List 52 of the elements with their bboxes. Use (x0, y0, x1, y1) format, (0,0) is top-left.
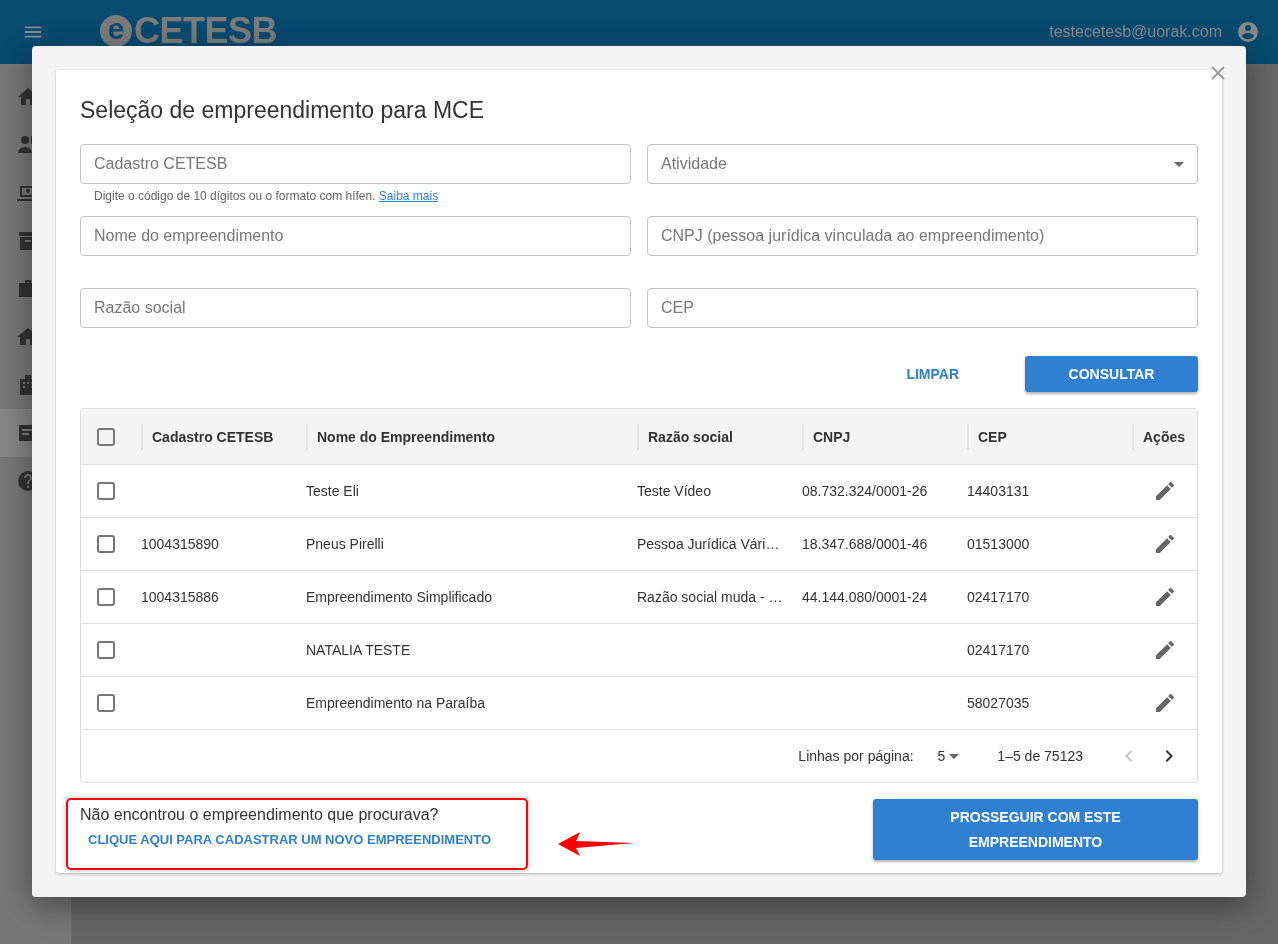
table-cell: 02417170 (967, 589, 1030, 605)
table-cell: 14403131 (967, 483, 1030, 499)
checkbox[interactable] (97, 641, 115, 659)
column-header: CNPJ (802, 423, 957, 450)
table-cell: 18.347.688/0001-46 (802, 536, 928, 552)
table-cell: Empreendimento Simplificado (306, 589, 492, 605)
input-field[interactable]: Cadastro CETESB (80, 144, 631, 184)
checkbox[interactable] (97, 694, 115, 712)
column-header: Ações (1132, 423, 1197, 450)
table-cell: 08.732.324/0001-26 (802, 483, 928, 499)
search-button[interactable]: CONSULTAR (1025, 356, 1198, 392)
table-cell: Pneus Pirelli (306, 536, 384, 552)
table-cell: Empreendimento na Paraíba (306, 695, 485, 711)
table-cell: 02417170 (967, 642, 1030, 658)
dialog-title: Seleção de empreendimento para MCE (80, 96, 485, 124)
page-range: 1–5 de 75123 (997, 748, 1083, 764)
hint-text: Digite o código de 10 dígitos ou o formato com hífen. Saiba mais (94, 189, 440, 203)
register-link[interactable]: CLIQUE AQUI PARA CADASTRAR UM NOVO EMPREENDIMENTO (68, 826, 511, 853)
question-text: Não encontrou o empreendimento que procurava? (80, 805, 440, 825)
input-field[interactable]: CNPJ (pessoa jurídica vinculada ao empreendimento) (647, 216, 1198, 256)
table-cell: 44.144.080/0001-24 (802, 589, 928, 605)
table-cell: Pessoa Jurídica Vári… (637, 536, 780, 552)
table-cell: NATALIA TESTE (306, 642, 411, 658)
checkbox[interactable] (97, 482, 115, 500)
account-icon[interactable] (1236, 20, 1260, 44)
rows-per-page-label: Linhas por página: (798, 748, 914, 764)
select-field[interactable]: Atividade (647, 144, 1198, 184)
checkbox[interactable] (97, 535, 115, 553)
user-email: testecetesb@uorak.com (1049, 23, 1222, 41)
checkbox[interactable] (97, 427, 115, 446)
table-cell: Teste Eli (306, 483, 359, 499)
column-header: Razão social (637, 423, 792, 450)
table-cell: Razão social muda - … (637, 589, 783, 605)
column-header: Cadastro CETESB (141, 423, 296, 450)
input-field[interactable]: CEP (647, 288, 1198, 328)
table-cell: 01513000 (967, 536, 1030, 552)
table-cell: 1004315890 (141, 536, 219, 552)
learn-more-link[interactable]: Saiba mais (378, 189, 439, 203)
table-cell: 58027035 (967, 695, 1030, 711)
input-field[interactable]: Razão social (80, 288, 631, 328)
dropdown-caret-icon (1174, 161, 1184, 167)
column-header: CEP (967, 423, 1122, 450)
close-icon[interactable] (1211, 66, 1225, 80)
input-field[interactable]: Nome do empreendimento (80, 216, 631, 256)
rows-per-page-select[interactable]: 5 (937, 748, 960, 764)
checkbox[interactable] (97, 588, 115, 606)
table-cell: Teste Vídeo (637, 483, 711, 499)
proceed-button[interactable]: PROSSEGUIR COM ESTE EMPREENDIMENTO (873, 799, 1198, 860)
dropdown-caret-icon (949, 753, 960, 759)
clear-button[interactable]: LIMPAR (876, 356, 989, 392)
table-cell: 1004315886 (141, 589, 219, 605)
column-header: Nome do Empreendimento (306, 423, 627, 450)
